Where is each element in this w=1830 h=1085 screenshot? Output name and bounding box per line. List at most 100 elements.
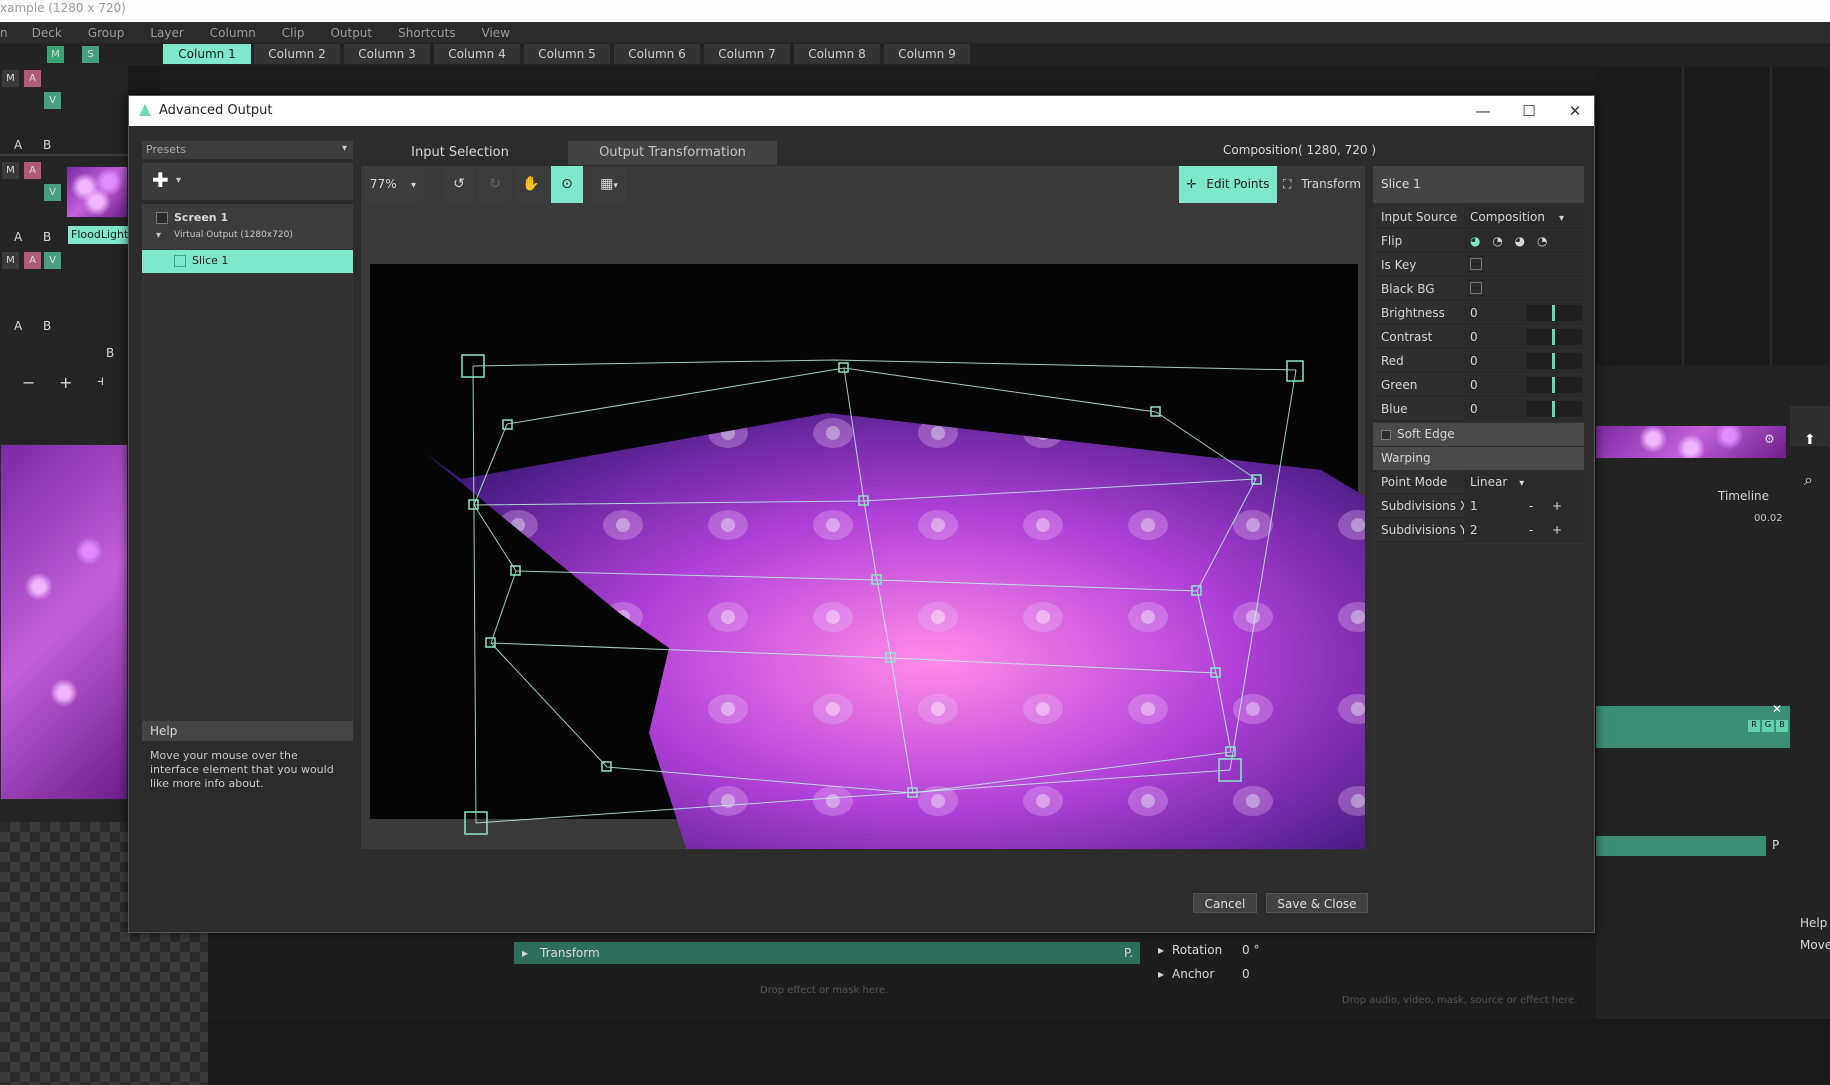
subdivisions-y-minus-button[interactable]: - (1529, 523, 1533, 537)
layer3-b-label[interactable]: B (43, 138, 51, 152)
upload-icon[interactable]: ⬆ (1804, 432, 1816, 448)
floodlight-clip-label[interactable]: FloodLight (68, 226, 128, 244)
undo-icon[interactable]: ↺ (443, 166, 475, 203)
column-1-button[interactable]: Column 1 (163, 44, 251, 64)
red-value[interactable]: 0 (1470, 354, 1478, 368)
zoom-out-button[interactable]: − (22, 373, 35, 392)
menu-item-column[interactable]: Column (210, 26, 256, 40)
layer2-a-button[interactable]: A (24, 162, 41, 179)
column-3-button[interactable]: Column 3 (344, 44, 430, 64)
soft-edge-checkbox[interactable] (1381, 429, 1391, 440)
menu-item-output[interactable]: Output (330, 26, 372, 40)
flip-both-icon[interactable]: ◔ (1537, 234, 1547, 248)
edit-points-button[interactable]: ✛ Edit Points (1179, 166, 1277, 203)
grid-icon[interactable]: ▦▾ (591, 166, 627, 203)
layer3-v-button[interactable]: V (44, 92, 61, 109)
layer1-a-label[interactable]: A (14, 319, 22, 333)
flip-vertical-icon[interactable]: ◕ (1515, 234, 1525, 248)
flip-horizontal-icon[interactable]: ◔ (1492, 234, 1502, 248)
screen-1-item[interactable]: Screen 1 (174, 211, 228, 224)
hand-icon[interactable]: ✋ (515, 166, 547, 203)
column-4-button[interactable]: Column 4 (434, 44, 520, 64)
contrast-value[interactable]: 0 (1470, 330, 1478, 344)
settings-gear-icon[interactable]: ⚙ (1764, 432, 1775, 446)
column-7-button[interactable]: Column 7 (704, 44, 790, 64)
green-slider[interactable] (1526, 377, 1582, 393)
column-8-button[interactable]: Column 8 (794, 44, 880, 64)
cancel-button[interactable]: Cancel (1193, 893, 1257, 913)
red-slider[interactable] (1526, 353, 1582, 369)
save-close-button[interactable]: Save & Close (1266, 893, 1368, 913)
warp-mesh-svg[interactable] (361, 203, 1365, 849)
layer1-a-button[interactable]: A (24, 252, 41, 269)
anchor-row[interactable]: ▸ Anchor 0 (1158, 963, 1596, 987)
transform-p-button[interactable]: P. (1124, 946, 1133, 960)
point-mode-dropdown[interactable]: Linear ▾ (1464, 471, 1584, 493)
green-value[interactable]: 0 (1470, 378, 1478, 392)
subdivisions-y-value[interactable]: 2 (1470, 523, 1478, 537)
layer2-a-label[interactable]: A (14, 230, 22, 244)
column-6-button[interactable]: Column 6 (614, 44, 700, 64)
timeline-dropdown[interactable]: Timeline (1718, 489, 1769, 503)
blue-slider[interactable] (1526, 401, 1582, 417)
tab-input-selection[interactable]: Input Selection (361, 141, 559, 165)
minimize-icon[interactable]: — (1460, 96, 1506, 126)
master-m-button[interactable]: M (47, 46, 64, 63)
warping-header[interactable]: Warping (1373, 447, 1584, 470)
input-source-dropdown[interactable]: Composition ▾ (1464, 206, 1584, 228)
soft-edge-header[interactable]: Soft Edge (1373, 423, 1584, 446)
menu-item-view[interactable]: View (482, 26, 510, 40)
black-bg-checkbox[interactable] (1470, 282, 1482, 294)
layer2-v-button[interactable]: V (44, 184, 61, 201)
slice-1-item[interactable]: Slice 1 (142, 250, 353, 273)
menu-item-n[interactable]: n (0, 26, 8, 40)
column-5-button[interactable]: Column 5 (524, 44, 610, 64)
add-chevron-down-icon[interactable]: ▾ (176, 175, 181, 186)
layer1-v-button[interactable]: V (44, 252, 61, 269)
rotation-row[interactable]: ▸ Rotation 0 ° (1158, 939, 1596, 963)
layer1-m-button[interactable]: M (2, 252, 19, 269)
zoom-in-button[interactable]: + (59, 373, 72, 392)
rgb-r-button[interactable]: R (1748, 720, 1760, 732)
layer3-m-button[interactable]: M (2, 70, 19, 87)
brightness-slider[interactable] (1526, 305, 1582, 321)
dialog-close-icon[interactable]: ✕ (1552, 96, 1598, 126)
presets-dropdown[interactable]: Presets ▾ (142, 141, 353, 159)
p-button[interactable]: P (1772, 838, 1779, 852)
column-2-button[interactable]: Column 2 (254, 44, 340, 64)
add-icon[interactable]: ✚ (152, 168, 169, 192)
transform-row[interactable]: ▸ Transform P. (514, 942, 1140, 964)
zoom-dropdown[interactable]: 77% ▾ (363, 166, 423, 203)
is-key-checkbox[interactable] (1470, 258, 1482, 270)
column-9-button[interactable]: Column 9 (884, 44, 970, 64)
menu-item-deck[interactable]: Deck (32, 26, 62, 40)
transform-button[interactable]: ⛶ Transform (1279, 166, 1365, 203)
virtual-output-item[interactable]: Virtual Output (1280x720) (174, 230, 293, 240)
close-icon[interactable]: ✕ (1772, 702, 1782, 716)
crossfader-b-label[interactable]: B (106, 346, 114, 360)
redo-icon[interactable]: ↻ (479, 166, 511, 203)
snap-magnet-icon[interactable]: ⊙ (551, 166, 583, 203)
rotation-value[interactable]: 0 ° (1242, 943, 1259, 957)
layer2-m-button[interactable]: M (2, 162, 19, 179)
menu-item-clip[interactable]: Clip (282, 26, 305, 40)
subdivisions-x-value[interactable]: 1 (1470, 499, 1478, 513)
blue-value[interactable]: 0 (1470, 402, 1478, 416)
subdivisions-y-plus-button[interactable]: + (1552, 523, 1562, 537)
rgb-g-button[interactable]: G (1762, 720, 1774, 732)
floodlight-clip-thumbnail[interactable] (66, 166, 128, 218)
tab-output-transformation[interactable]: Output Transformation (568, 141, 777, 165)
search-icon[interactable]: ⌕ (1804, 470, 1813, 490)
maximize-icon[interactable]: ☐ (1506, 96, 1552, 126)
brightness-value[interactable]: 0 (1470, 306, 1478, 320)
anchor-value[interactable]: 0 (1242, 967, 1250, 981)
contrast-slider[interactable] (1526, 329, 1582, 345)
menu-item-group[interactable]: Group (88, 26, 125, 40)
menu-item-layer[interactable]: Layer (150, 26, 183, 40)
subdivisions-x-minus-button[interactable]: - (1529, 499, 1533, 513)
flip-none-icon[interactable]: ◕ (1470, 234, 1480, 248)
layer3-a-button[interactable]: A (24, 70, 41, 87)
fit-button[interactable]: ⫞ (97, 373, 104, 389)
master-s-button[interactable]: S (82, 46, 99, 63)
subdivisions-x-plus-button[interactable]: + (1552, 499, 1562, 513)
